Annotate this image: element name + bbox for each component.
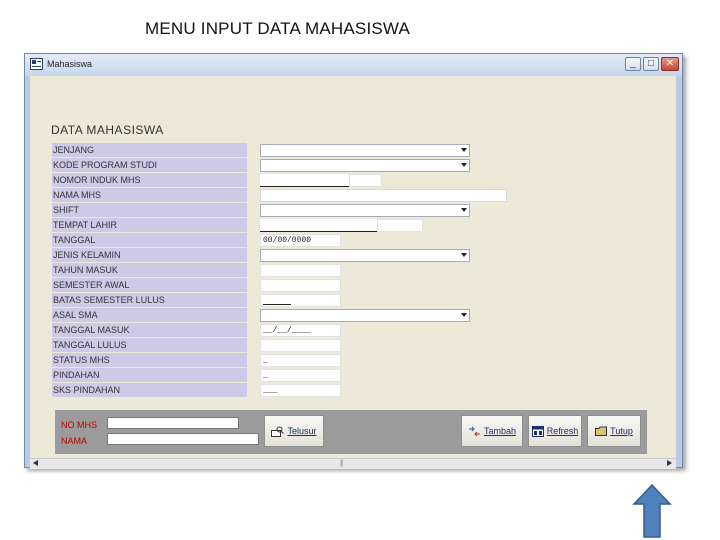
chevron-down-icon (461, 313, 467, 317)
sks-pindahan-value: ___ (263, 386, 278, 395)
refresh-button[interactable]: Refresh (528, 415, 582, 447)
form-icon (30, 58, 43, 70)
input-underline (263, 304, 291, 305)
pindahan-input[interactable]: _ (260, 369, 341, 382)
tanggal-mask: 00/00/0000 (263, 236, 312, 245)
label-jenjang: JENJANG (52, 143, 247, 157)
asal-sma-select[interactable] (260, 309, 470, 322)
label-status-mhs: STATUS MHS (52, 353, 247, 367)
label-tahun-masuk: TAHUN MASUK (52, 263, 247, 277)
label-shift: SHIFT (52, 203, 247, 217)
tanggal-lulus-input[interactable] (260, 339, 341, 352)
tanggal-masuk-input[interactable]: __/__/____ (260, 324, 341, 337)
tutup-label: Tutup (610, 426, 633, 436)
label-tempat-lahir: TEMPAT LAHIR (52, 218, 247, 232)
nomhs-search-input[interactable] (107, 417, 239, 429)
tempat-lahir-box (377, 219, 423, 232)
window-titlebar[interactable]: Mahasiswa _ □ ✕ (25, 54, 682, 76)
tutup-button[interactable]: Tutup (587, 415, 641, 447)
jenjang-select[interactable] (260, 144, 470, 157)
tanggal-masuk-mask: __/__/____ (263, 326, 312, 335)
pindahan-value: _ (263, 371, 268, 380)
section-title: DATA MAHASISWA (51, 123, 164, 137)
semester-awal-input[interactable] (260, 279, 341, 292)
scroll-right-icon[interactable] (667, 460, 672, 466)
nama-search-input[interactable] (107, 433, 259, 445)
telusur-button[interactable]: Telusur (264, 415, 324, 447)
label-nama-mhs: NAMA MHS (52, 188, 247, 202)
nama-search-label: NAMA (61, 436, 88, 446)
search-icon (271, 426, 285, 437)
tambah-button[interactable]: Tambah (461, 415, 523, 447)
tambah-label: Tambah (483, 426, 517, 436)
jenis-kelamin-select[interactable] (260, 249, 470, 262)
label-tanggal: TANGGAL (52, 233, 247, 247)
close-button[interactable]: ✕ (661, 57, 679, 71)
label-tanggal-lulus: TANGGAL LULUS (52, 338, 247, 352)
nomor-induk-mhs-box (349, 174, 382, 187)
nomor-induk-mhs-input[interactable] (260, 174, 349, 187)
chevron-down-icon (461, 208, 467, 212)
chevron-down-icon (461, 253, 467, 257)
telusur-label: Telusur (287, 426, 317, 436)
search-action-panel: NO MHS NAMA Telusur Tambah Refresh Tutup (55, 410, 647, 454)
scroll-grip-icon[interactable]: ||| (340, 460, 344, 467)
app-window: Mahasiswa _ □ ✕ DATA MAHASISWA JENJANG K… (24, 53, 683, 469)
tempat-lahir-input[interactable] (260, 219, 377, 232)
status-mhs-input[interactable]: _ (260, 354, 341, 367)
form-client-area: DATA MAHASISWA JENJANG KODE PROGRAM STUD… (30, 76, 676, 458)
label-semester-awal: SEMESTER AWAL (52, 278, 247, 292)
refresh-icon (531, 425, 544, 437)
label-batas-semester-lulus: BATAS SEMESTER LULUS (52, 293, 247, 307)
label-tanggal-masuk: TANGGAL MASUK (52, 323, 247, 337)
chevron-down-icon (461, 148, 467, 152)
label-jenis-kelamin: JENIS KELAMIN (52, 248, 247, 262)
window-title: Mahasiswa (47, 59, 93, 69)
label-kode-program-studi: KODE PROGRAM STUDI (52, 158, 247, 172)
nomhs-search-label: NO MHS (61, 420, 97, 430)
up-arrow-icon (632, 484, 672, 538)
shift-select[interactable] (260, 204, 470, 217)
nama-mhs-input[interactable] (260, 189, 507, 202)
scroll-left-icon[interactable] (33, 460, 38, 466)
batas-semester-lulus-input[interactable] (260, 294, 341, 307)
tanggal-input[interactable]: 00/00/0000 (260, 234, 341, 247)
sks-pindahan-input[interactable]: ___ (260, 384, 341, 397)
folder-icon (595, 426, 608, 436)
horizontal-scrollbar[interactable]: ||| (30, 458, 676, 469)
tahun-masuk-input[interactable] (260, 264, 341, 277)
slide-title: MENU INPUT DATA MAHASISWA (145, 19, 411, 38)
label-nomor-induk-mhs: NOMOR INDUK MHS (52, 173, 247, 187)
status-mhs-value: _ (263, 356, 268, 365)
label-asal-sma: ASAL SMA (52, 308, 247, 322)
chevron-down-icon (461, 163, 467, 167)
add-icon (468, 426, 480, 436)
label-sks-pindahan: SKS PINDAHAN (52, 383, 247, 397)
refresh-label: Refresh (546, 426, 579, 436)
label-pindahan: PINDAHAN (52, 368, 247, 382)
maximize-button[interactable]: □ (643, 57, 659, 71)
kode-program-studi-select[interactable] (260, 159, 470, 172)
minimize-button[interactable]: _ (625, 57, 641, 71)
